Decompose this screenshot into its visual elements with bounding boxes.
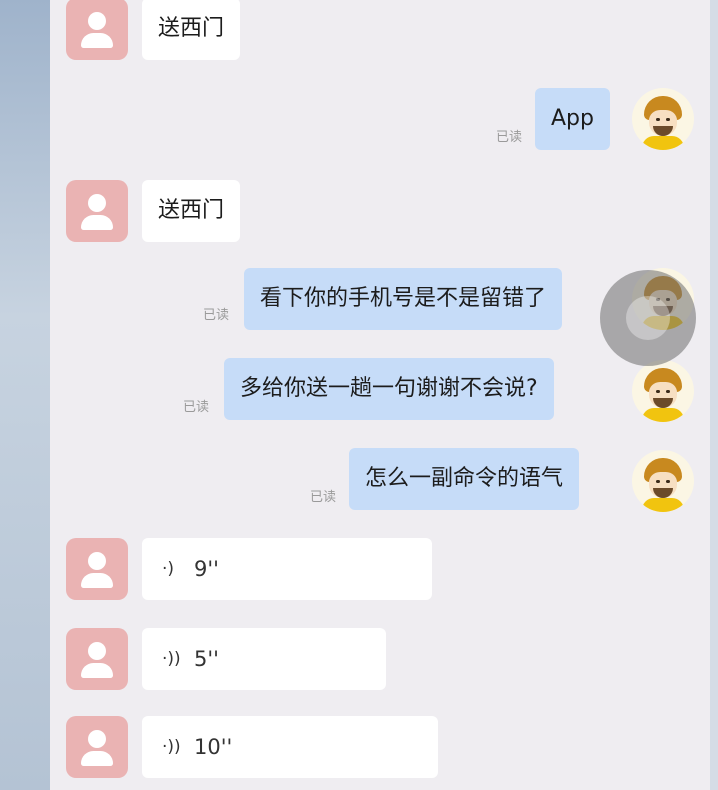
message-bubble[interactable]: 送西门: [142, 180, 241, 242]
voice-wave-icon: ·): [162, 559, 175, 579]
rider-avatar-icon[interactable]: [632, 450, 694, 512]
left-edge-panel: [0, 0, 50, 790]
read-receipt: 已读: [496, 130, 523, 145]
message-bubble[interactable]: 多给你送一趟一句谢谢不会说?: [224, 358, 554, 420]
message-text: App: [551, 106, 594, 131]
rider-avatar-icon[interactable]: [632, 360, 694, 422]
person-avatar-icon[interactable]: [66, 716, 128, 778]
chat-area[interactable]: 送西门 已读 App 送西门 已读 看下你的手机号是不是留错了 已读 多给你送一…: [50, 0, 710, 790]
chat-message-incoming: ·)) 5'': [50, 628, 710, 690]
message-bubble[interactable]: App: [535, 88, 610, 150]
chat-message-incoming: ·)) 10'': [50, 716, 710, 778]
voice-message-bubble[interactable]: ·)) 5'': [142, 628, 386, 690]
message-text: 送西门: [158, 16, 225, 41]
voice-duration: 9'': [194, 557, 219, 581]
chat-message-outgoing: 已读 App: [50, 88, 710, 154]
message-bubble[interactable]: 看下你的手机号是不是留错了: [244, 268, 563, 330]
voice-duration: 10'': [194, 735, 233, 759]
rider-avatar-icon[interactable]: [632, 88, 694, 150]
read-receipt: 已读: [203, 308, 230, 323]
voice-duration: 5'': [194, 647, 219, 671]
chat-message-incoming: 送西门: [50, 0, 710, 62]
read-receipt: 已读: [183, 400, 210, 415]
message-text: 怎么一副命令的语气: [365, 466, 564, 491]
person-avatar-icon[interactable]: [66, 0, 128, 60]
chat-message-outgoing: 已读 多给你送一趟一句谢谢不会说?: [50, 358, 710, 422]
person-avatar-icon[interactable]: [66, 180, 128, 242]
message-text: 看下你的手机号是不是留错了: [260, 286, 547, 311]
person-avatar-icon[interactable]: [66, 538, 128, 600]
message-bubble[interactable]: 送西门: [142, 0, 241, 60]
voice-message-bubble[interactable]: ·) 9'': [142, 538, 432, 600]
message-text: 送西门: [158, 198, 225, 223]
read-receipt: 已读: [310, 490, 337, 505]
voice-wave-icon: ·)): [162, 649, 181, 669]
chat-message-outgoing: 已读 怎么一副命令的语气: [50, 448, 710, 512]
voice-message-bubble[interactable]: ·)) 10'': [142, 716, 438, 778]
right-edge-panel: [710, 0, 718, 790]
message-bubble[interactable]: 怎么一副命令的语气: [349, 448, 580, 510]
chat-message-incoming: 送西门: [50, 180, 710, 242]
chat-message-incoming: ·) 9'': [50, 538, 710, 600]
voice-wave-icon: ·)): [162, 737, 181, 757]
person-avatar-icon[interactable]: [66, 628, 128, 690]
message-text: 多给你送一趟一句谢谢不会说?: [240, 376, 538, 401]
assistive-touch-icon[interactable]: [600, 270, 696, 366]
